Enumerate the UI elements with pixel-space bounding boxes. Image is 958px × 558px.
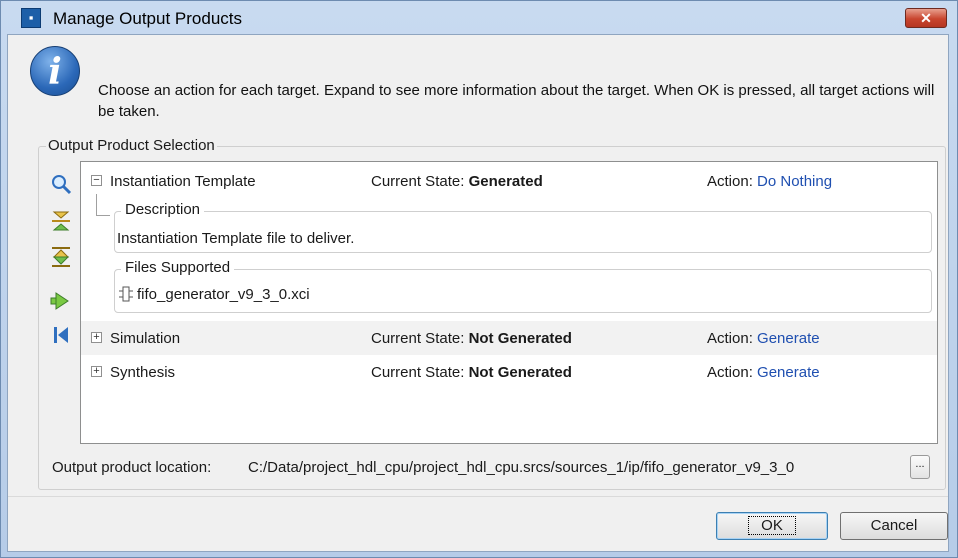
row-label: Simulation bbox=[110, 330, 181, 347]
output-location-path[interactable]: C:/Data/project_hdl_cpu/project_hdl_cpu.… bbox=[248, 459, 794, 476]
row-label: Instantiation Template bbox=[110, 173, 256, 190]
file-link[interactable]: fifo_generator_v9_3_0.xci bbox=[137, 286, 310, 303]
app-icon: ▪ bbox=[21, 8, 41, 28]
first-icon[interactable] bbox=[50, 324, 72, 346]
action-link-do-nothing[interactable]: Do Nothing bbox=[757, 173, 832, 190]
expand-toggle-icon[interactable]: + bbox=[91, 366, 102, 377]
header-message: Choose an action for each target. Expand… bbox=[98, 82, 935, 120]
current-state: Current State: Not Generated bbox=[371, 364, 572, 381]
action-link-generate[interactable]: Generate bbox=[757, 330, 820, 347]
current-state: Current State: Not Generated bbox=[371, 330, 572, 347]
divider bbox=[8, 496, 948, 497]
action-cell: Action: Generate bbox=[707, 364, 820, 381]
current-state: Current State: Generated bbox=[371, 173, 543, 190]
expand-toggle-icon[interactable]: + bbox=[91, 332, 102, 343]
ok-button[interactable]: OK bbox=[716, 512, 828, 540]
close-button[interactable]: ✕ bbox=[905, 8, 947, 28]
tree-row-simulation[interactable]: + Simulation Current State: Not Generate… bbox=[81, 321, 937, 355]
action-cell: Action: Do Nothing bbox=[707, 173, 833, 190]
description-title: Description bbox=[121, 201, 205, 218]
next-icon[interactable] bbox=[50, 290, 72, 312]
action-link-generate[interactable]: Generate bbox=[757, 364, 820, 381]
action-cell: Action: Generate bbox=[707, 330, 820, 347]
tree-row-synthesis[interactable]: + Synthesis Current State: Not Generated… bbox=[81, 355, 937, 389]
browse-button[interactable]: ... bbox=[910, 455, 930, 479]
expand-all-icon[interactable] bbox=[50, 246, 72, 268]
tree-connector bbox=[96, 194, 97, 216]
collapse-all-icon[interactable] bbox=[50, 210, 72, 232]
title-bar[interactable]: ▪ Manage Output Products ✕ bbox=[1, 1, 957, 35]
search-icon[interactable] bbox=[50, 174, 72, 196]
window-title: Manage Output Products bbox=[53, 9, 243, 28]
info-icon: i bbox=[30, 46, 80, 96]
tree-connector bbox=[96, 215, 110, 216]
group-label: Output Product Selection bbox=[46, 137, 217, 154]
collapse-toggle-icon[interactable]: − bbox=[91, 175, 102, 186]
description-text: Instantiation Template file to deliver. bbox=[117, 230, 355, 247]
tree-row-instantiation-template[interactable]: − Instantiation Template Current State: … bbox=[81, 164, 937, 198]
ip-file-icon bbox=[119, 286, 133, 302]
files-supported-title: Files Supported bbox=[121, 259, 235, 276]
cancel-button[interactable]: Cancel bbox=[840, 512, 948, 540]
output-product-tree[interactable]: − Instantiation Template Current State: … bbox=[80, 161, 938, 444]
row-label: Synthesis bbox=[110, 364, 176, 381]
output-location-label: Output product location: bbox=[52, 459, 212, 476]
